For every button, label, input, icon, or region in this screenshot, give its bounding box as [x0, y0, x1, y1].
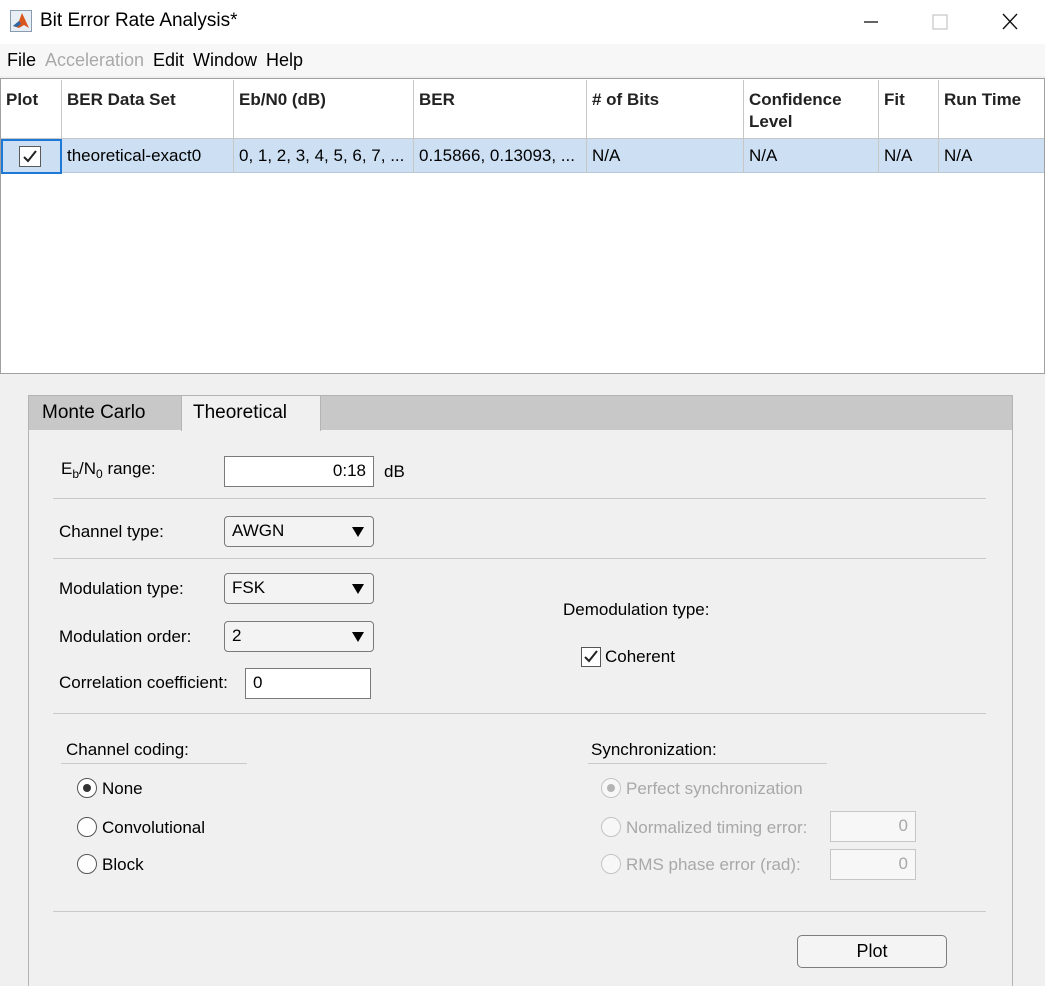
correlation-coefficient-input[interactable]: 0	[245, 668, 371, 699]
channel-type-value: AWGN	[232, 521, 285, 540]
column-header-ber-data-set[interactable]: BER Data Set	[62, 80, 234, 139]
column-header-run-time[interactable]: Run Time	[939, 80, 1044, 139]
modulation-type-value: FSK	[232, 578, 266, 597]
group-underline	[588, 763, 827, 764]
correlation-coefficient-label: Correlation coefficient:	[59, 673, 228, 692]
synchronization-title: Synchronization:	[591, 740, 717, 759]
radio-selected-dot	[83, 784, 91, 792]
checkmark-icon	[23, 150, 37, 163]
maximize-button[interactable]	[905, 0, 975, 44]
modulation-order-value: 2	[232, 626, 242, 645]
radio-none[interactable]	[77, 778, 97, 798]
menu-edit[interactable]: Edit	[153, 50, 184, 70]
coherent-checkbox[interactable]	[581, 647, 601, 667]
divider	[53, 911, 986, 912]
ebn0-unit-label: dB	[384, 462, 405, 481]
phase-error-input: 0	[830, 849, 916, 880]
close-icon	[1002, 13, 1018, 30]
modulation-order-label: Modulation order:	[59, 627, 192, 646]
chevron-down-icon	[352, 632, 364, 642]
cell-run-time[interactable]: N/A	[939, 139, 1044, 173]
column-header-ebn0[interactable]: Eb/N0 (dB)	[234, 80, 414, 139]
menu-help[interactable]: Help	[266, 50, 303, 70]
checkmark-icon	[584, 650, 598, 663]
column-header-ber[interactable]: BER	[414, 80, 587, 139]
menu-file[interactable]: File	[7, 50, 36, 70]
column-header-num-bits[interactable]: # of Bits	[587, 80, 744, 139]
radio-timing-error-label: Normalized timing error:	[626, 818, 808, 837]
tab-monte-carlo[interactable]: Monte Carlo	[30, 396, 180, 430]
radio-selected-dot	[607, 784, 615, 792]
cell-num-bits[interactable]: N/A	[587, 139, 744, 173]
channel-type-dropdown[interactable]: AWGN	[224, 516, 374, 547]
radio-none-label[interactable]: None	[102, 779, 143, 799]
modulation-type-dropdown[interactable]: FSK	[224, 573, 374, 604]
modulation-order-dropdown[interactable]: 2	[224, 621, 374, 652]
divider	[53, 713, 986, 714]
menu-window[interactable]: Window	[193, 50, 257, 70]
close-button[interactable]	[975, 0, 1045, 44]
cell-confidence-level[interactable]: N/A	[744, 139, 879, 173]
radio-perfect-sync-label: Perfect synchronization	[626, 779, 803, 798]
minimize-button[interactable]	[836, 0, 906, 44]
cell-fit[interactable]: N/A	[879, 139, 939, 173]
matlab-icon	[10, 10, 32, 32]
column-header-confidence-level[interactable]: Confidence Level	[744, 80, 879, 139]
chevron-down-icon	[352, 584, 364, 594]
channel-type-label: Channel type:	[59, 522, 164, 541]
radio-perfect-sync	[601, 778, 621, 798]
radio-phase-error-label: RMS phase error (rad):	[626, 855, 801, 874]
demodulation-type-label: Demodulation type:	[563, 600, 710, 619]
cell-ber-data-set[interactable]: theoretical-exact0	[62, 139, 234, 173]
minimize-icon	[864, 21, 878, 23]
theoretical-panel	[28, 430, 1013, 986]
group-underline	[61, 763, 247, 764]
tab-theoretical[interactable]: Theoretical	[181, 395, 321, 431]
divider	[53, 558, 986, 559]
radio-block-label[interactable]: Block	[102, 855, 144, 875]
radio-convolutional-label[interactable]: Convolutional	[102, 818, 205, 838]
plot-checkbox[interactable]	[19, 146, 41, 167]
coherent-label[interactable]: Coherent	[605, 647, 675, 667]
cell-ebn0[interactable]: 0, 1, 2, 3, 4, 5, 6, 7, ...	[234, 139, 414, 173]
radio-convolutional[interactable]	[77, 817, 97, 837]
chevron-down-icon	[352, 527, 364, 537]
maximize-icon	[932, 14, 948, 30]
channel-coding-title: Channel coding:	[66, 740, 189, 759]
timing-error-input: 0	[830, 811, 916, 842]
ebn0-range-input[interactable]: 0:18	[224, 456, 374, 487]
column-header-plot[interactable]: Plot	[1, 80, 62, 139]
cell-ber[interactable]: 0.15866, 0.13093, ...	[414, 139, 587, 173]
radio-phase-error	[601, 854, 621, 874]
plot-button[interactable]: Plot	[797, 935, 947, 968]
modulation-type-label: Modulation type:	[59, 579, 184, 598]
window-title: Bit Error Rate Analysis*	[40, 10, 238, 31]
divider	[53, 498, 986, 499]
menu-acceleration: Acceleration	[45, 50, 145, 70]
radio-block[interactable]	[77, 854, 97, 874]
ebn0-range-label: Eb/N0 range:	[61, 459, 156, 481]
radio-timing-error	[601, 817, 621, 837]
column-header-fit[interactable]: Fit	[879, 80, 939, 139]
